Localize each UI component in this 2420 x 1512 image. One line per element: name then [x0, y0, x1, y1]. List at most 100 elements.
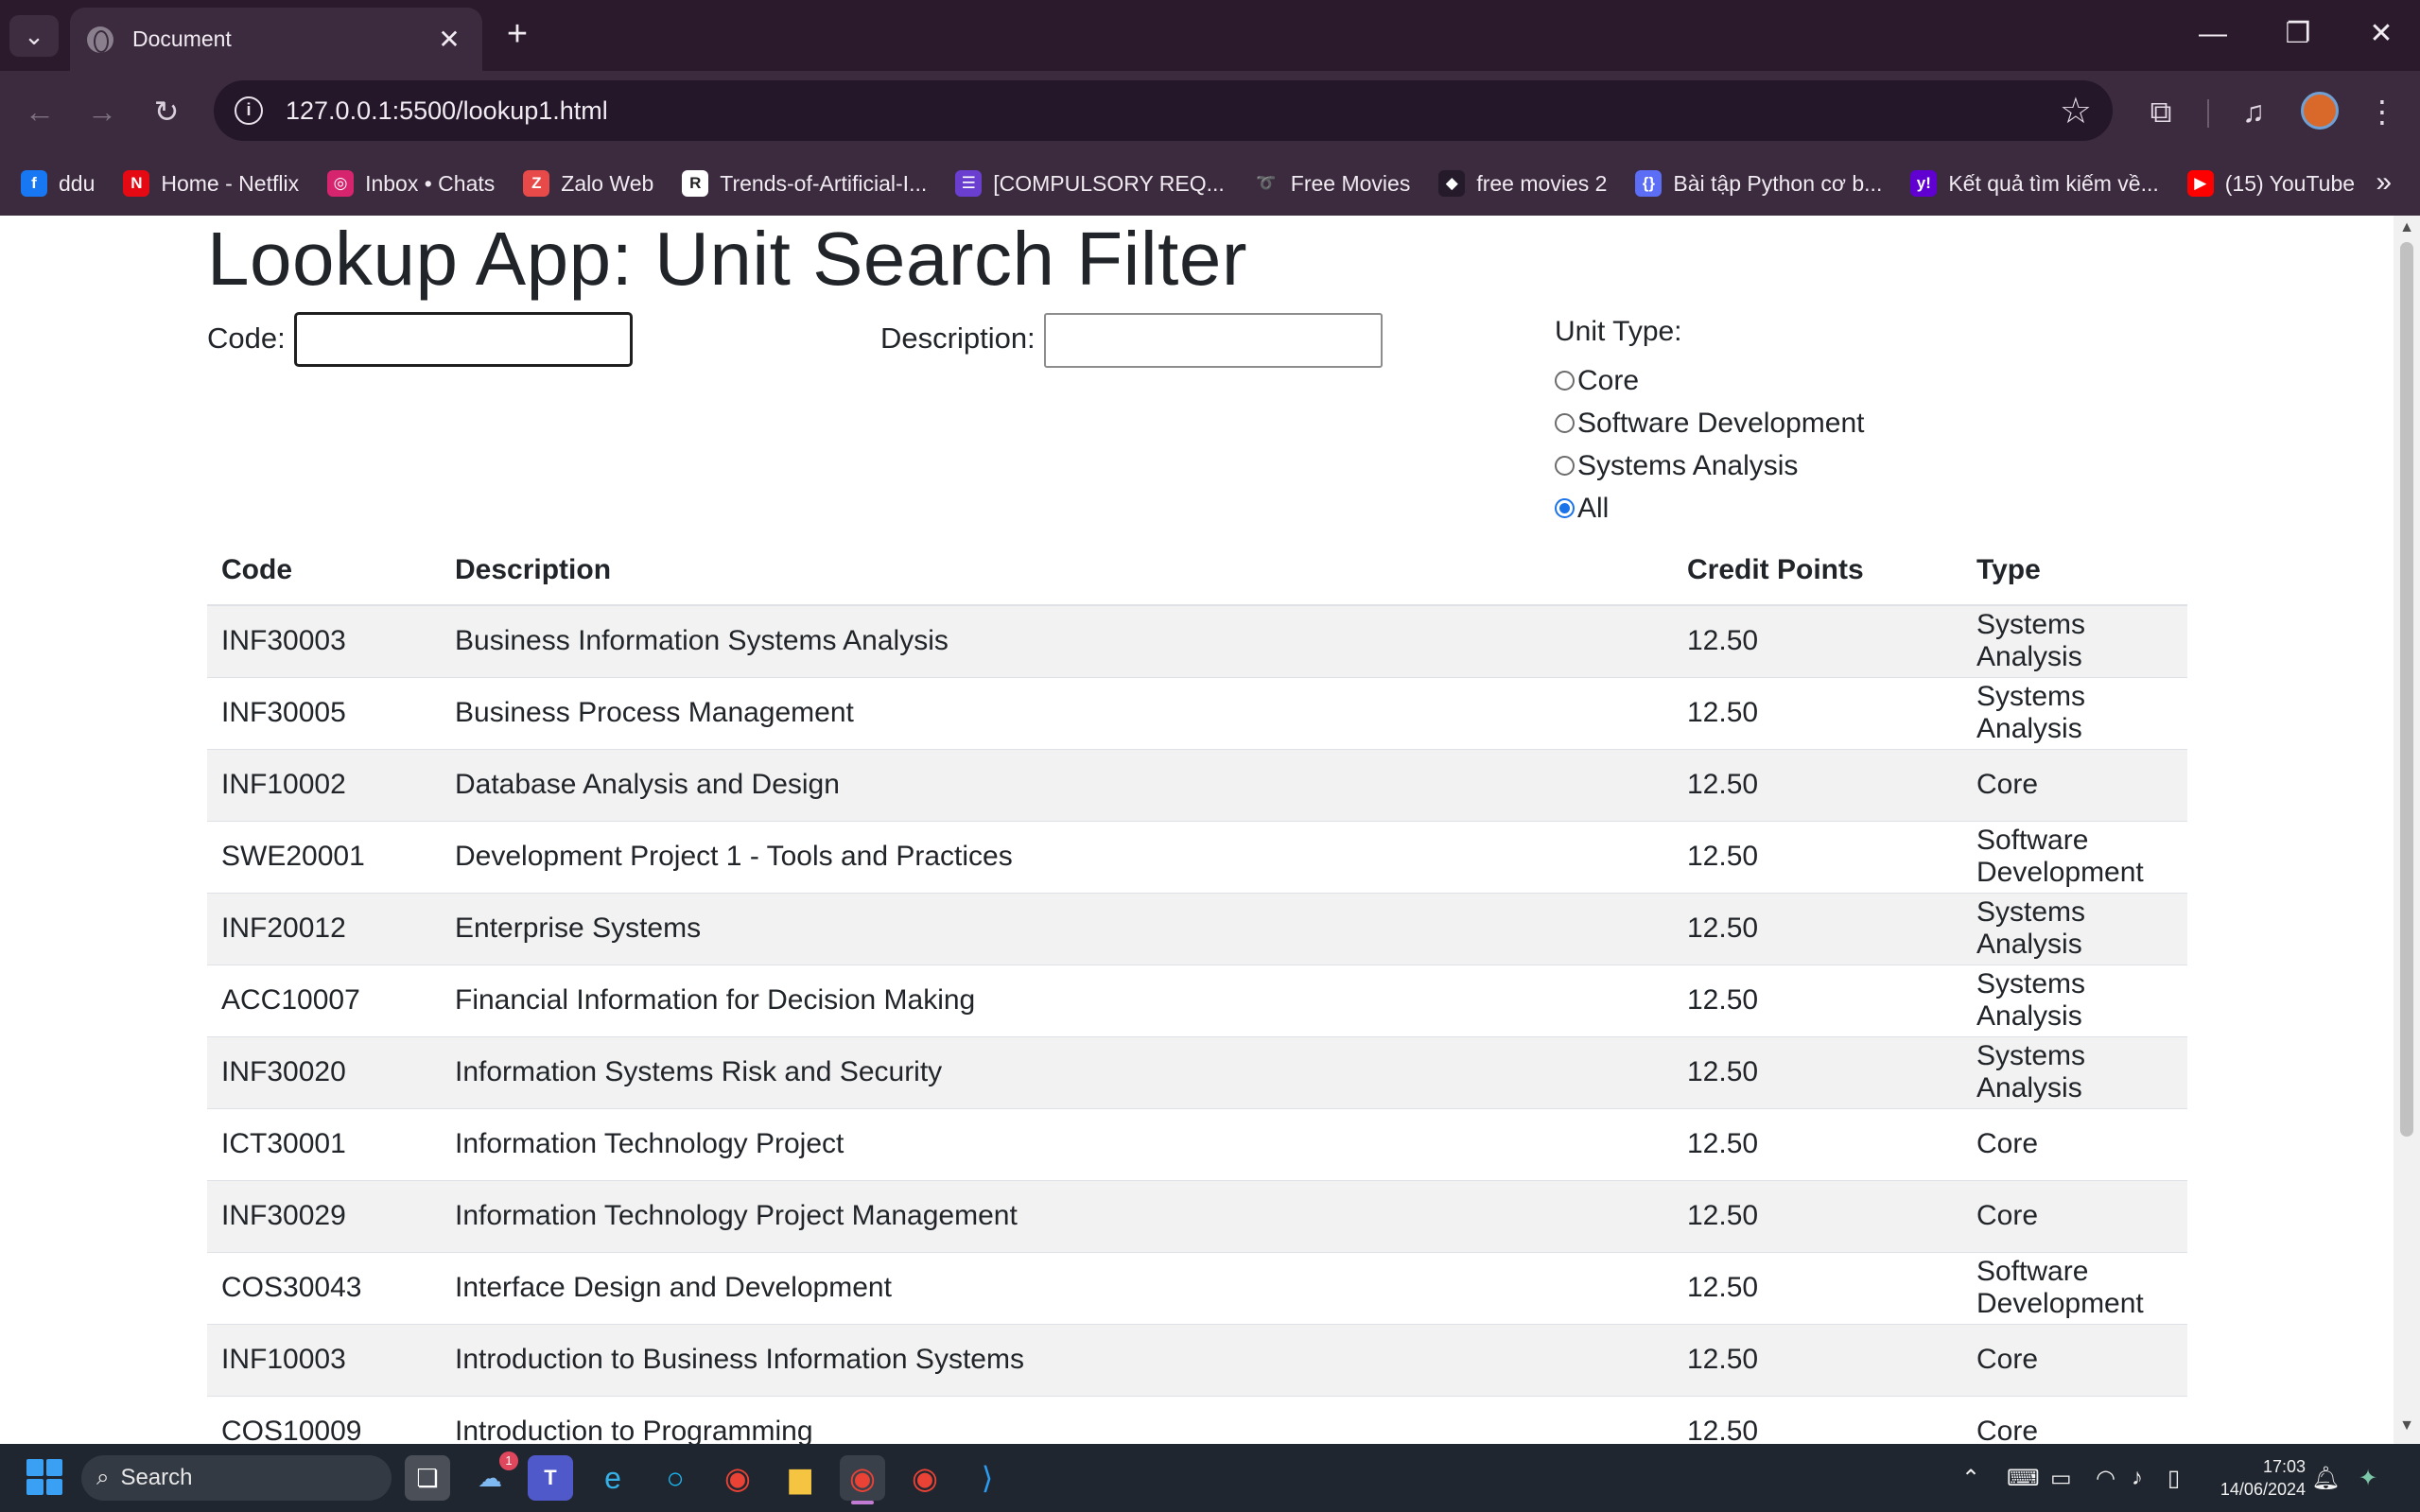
forward-button[interactable]: →	[79, 90, 125, 135]
cell-type: Software Development	[1962, 821, 2187, 894]
bookmark-item[interactable]: {} Bài tập Python cơ b...	[1635, 170, 1882, 197]
header-description[interactable]: Description	[441, 535, 1673, 606]
cell-description: Introduction to Business Information Sys…	[441, 1324, 1673, 1397]
site-info-icon[interactable]: i	[235, 96, 263, 125]
description-input[interactable]	[1044, 313, 1383, 368]
teams-icon[interactable]: T	[528, 1455, 573, 1501]
more-bookmarks-icon[interactable]: »	[2376, 166, 2392, 199]
bookmark-item[interactable]: ◎ Inbox • Chats	[327, 170, 495, 197]
cell-code: INF30020	[207, 1036, 441, 1109]
chrome-icon[interactable]: ◉	[715, 1455, 760, 1501]
unit-type-option[interactable]: Software Development	[1555, 402, 1865, 444]
keyboard-icon[interactable]: ⌨	[2007, 1444, 2040, 1512]
header-credit-points[interactable]: Credit Points	[1673, 535, 1962, 606]
scroll-down-arrow-icon[interactable]: ▼	[2394, 1417, 2420, 1440]
profile-avatar[interactable]	[2301, 92, 2339, 130]
table-row: INF10003 Introduction to Business Informa…	[207, 1324, 2187, 1397]
display-icon[interactable]: ▭	[2050, 1444, 2072, 1512]
cell-code: INF20012	[207, 893, 441, 965]
cell-credit-points: 12.50	[1673, 677, 1962, 750]
menu-icon[interactable]: ⋮	[2359, 88, 2406, 135]
unit-type-option[interactable]: Systems Analysis	[1555, 444, 1865, 487]
weather-icon[interactable]: ☁ 1	[467, 1451, 518, 1501]
bookmark-item[interactable]: N Home - Netflix	[123, 170, 299, 197]
zalo-icon: Z	[523, 170, 550, 197]
unit-type-option[interactable]: Core	[1555, 359, 1865, 402]
instagram-icon: ◎	[327, 170, 355, 197]
media-controls-icon[interactable]: ♫	[2230, 88, 2277, 135]
table-row: INF30003 Business Information Systems Ana…	[207, 605, 2187, 678]
cell-description: Enterprise Systems	[441, 893, 1673, 965]
page-scrollbar[interactable]: ▲ ▼	[2394, 216, 2420, 1444]
wifi-icon[interactable]: ◠	[2096, 1444, 2115, 1512]
vscode-icon[interactable]: ⟩	[965, 1455, 1010, 1501]
table-header-row: Code Description Credit Points Type	[207, 535, 2187, 606]
copilot-icon[interactable]: ✦	[2359, 1444, 2377, 1512]
bookmark-item[interactable]: ◆ free movies 2	[1438, 170, 1607, 197]
bookmark-item[interactable]: f ddu	[21, 170, 95, 197]
code-input[interactable]	[294, 312, 633, 367]
active-indicator	[851, 1501, 874, 1504]
header-type[interactable]: Type	[1962, 535, 2187, 606]
back-button[interactable]: ←	[17, 90, 62, 135]
chrome-active-icon[interactable]: ◉	[840, 1455, 885, 1504]
show-hidden-icons-icon[interactable]: ⌃	[1961, 1444, 1980, 1512]
tab-document[interactable]: Document ✕	[70, 8, 482, 71]
bookmark-item[interactable]: y! Kết quả tìm kiếm về...	[1910, 170, 2159, 197]
scroll-up-arrow-icon[interactable]: ▲	[2394, 219, 2420, 242]
table-row: COS30043 Interface Design and Development…	[207, 1252, 2187, 1325]
radio-button[interactable]	[1555, 456, 1575, 476]
tab-search-button[interactable]: ⌄	[9, 15, 59, 57]
battery-icon[interactable]: ▯	[2168, 1444, 2180, 1512]
cell-type: Systems Analysis	[1962, 893, 2187, 965]
notifications-bell-icon[interactable]: 🔔︎	[2311, 1444, 2340, 1512]
scroll-thumb[interactable]	[2400, 242, 2413, 1137]
cell-description: Information Systems Risk and Security	[441, 1036, 1673, 1109]
radio-button[interactable]	[1555, 371, 1575, 391]
cell-code: SWE20001	[207, 821, 441, 894]
windows-start-icon[interactable]	[26, 1459, 62, 1495]
cell-credit-points: 12.50	[1673, 605, 1962, 678]
tab-strip: ⌄ Document ✕ + — ❐ ✕	[0, 0, 2420, 71]
cell-type: Core	[1962, 749, 2187, 822]
file-explorer-icon[interactable]: ▆	[777, 1455, 823, 1501]
task-view-icon[interactable]: ❏	[405, 1455, 450, 1501]
globe-icon	[87, 26, 113, 53]
bookmark-item[interactable]: ☰ [COMPULSORY REQ...	[955, 170, 1225, 197]
radio-button[interactable]	[1555, 413, 1575, 433]
cell-credit-points: 12.50	[1673, 1396, 1962, 1444]
reload-button[interactable]: ↻	[144, 90, 189, 135]
system-clock[interactable]: 17:03 14/06/2024	[2205, 1455, 2306, 1501]
cell-code: INF10003	[207, 1324, 441, 1397]
yahoo-icon: y!	[1910, 170, 1938, 197]
bookmark-item[interactable]: ▶ (15) YouTube	[2186, 170, 2355, 197]
taskbar-search[interactable]: ⌕ Search	[81, 1455, 392, 1501]
extensions-icon[interactable]: ⧉	[2137, 88, 2185, 135]
bookmark-item[interactable]: R Trends-of-Artificial-I...	[682, 170, 927, 197]
unit-type-option[interactable]: All	[1555, 487, 1865, 530]
cell-credit-points: 12.50	[1673, 1252, 1962, 1325]
clock-date: 14/06/2024	[2220, 1480, 2306, 1499]
cell-credit-points: 12.50	[1673, 893, 1962, 965]
chrome-profile-icon[interactable]: ◉	[902, 1455, 948, 1501]
restore-button[interactable]: ❐	[2260, 8, 2336, 61]
url-text[interactable]: 127.0.0.1:5500/lookup1.html	[286, 96, 2060, 126]
cell-credit-points: 12.50	[1673, 1180, 1962, 1253]
address-bar[interactable]: i 127.0.0.1:5500/lookup1.html ☆	[214, 80, 2113, 141]
cortana-icon[interactable]: ○	[653, 1455, 698, 1501]
bookmark-star-icon[interactable]: ☆	[2060, 90, 2092, 132]
bookmark-item[interactable]: ➰ Free Movies	[1252, 170, 1410, 197]
bookmark-item[interactable]: Z Zalo Web	[523, 170, 653, 197]
close-tab-icon[interactable]: ✕	[433, 24, 465, 55]
minimize-button[interactable]: —	[2175, 8, 2251, 61]
radio-button[interactable]	[1555, 498, 1575, 518]
header-code[interactable]: Code	[207, 535, 441, 606]
edge-icon[interactable]: e	[590, 1455, 635, 1501]
cell-description: Database Analysis and Design	[441, 749, 1673, 822]
new-tab-button[interactable]: +	[496, 13, 539, 57]
movies-icon: ➰	[1252, 170, 1280, 197]
close-window-button[interactable]: ✕	[2343, 8, 2419, 61]
table-row: INF30005 Business Process Management 12.50…	[207, 677, 2187, 750]
volume-icon[interactable]: ♪	[2132, 1444, 2143, 1512]
bookmark-label: Zalo Web	[561, 170, 654, 196]
